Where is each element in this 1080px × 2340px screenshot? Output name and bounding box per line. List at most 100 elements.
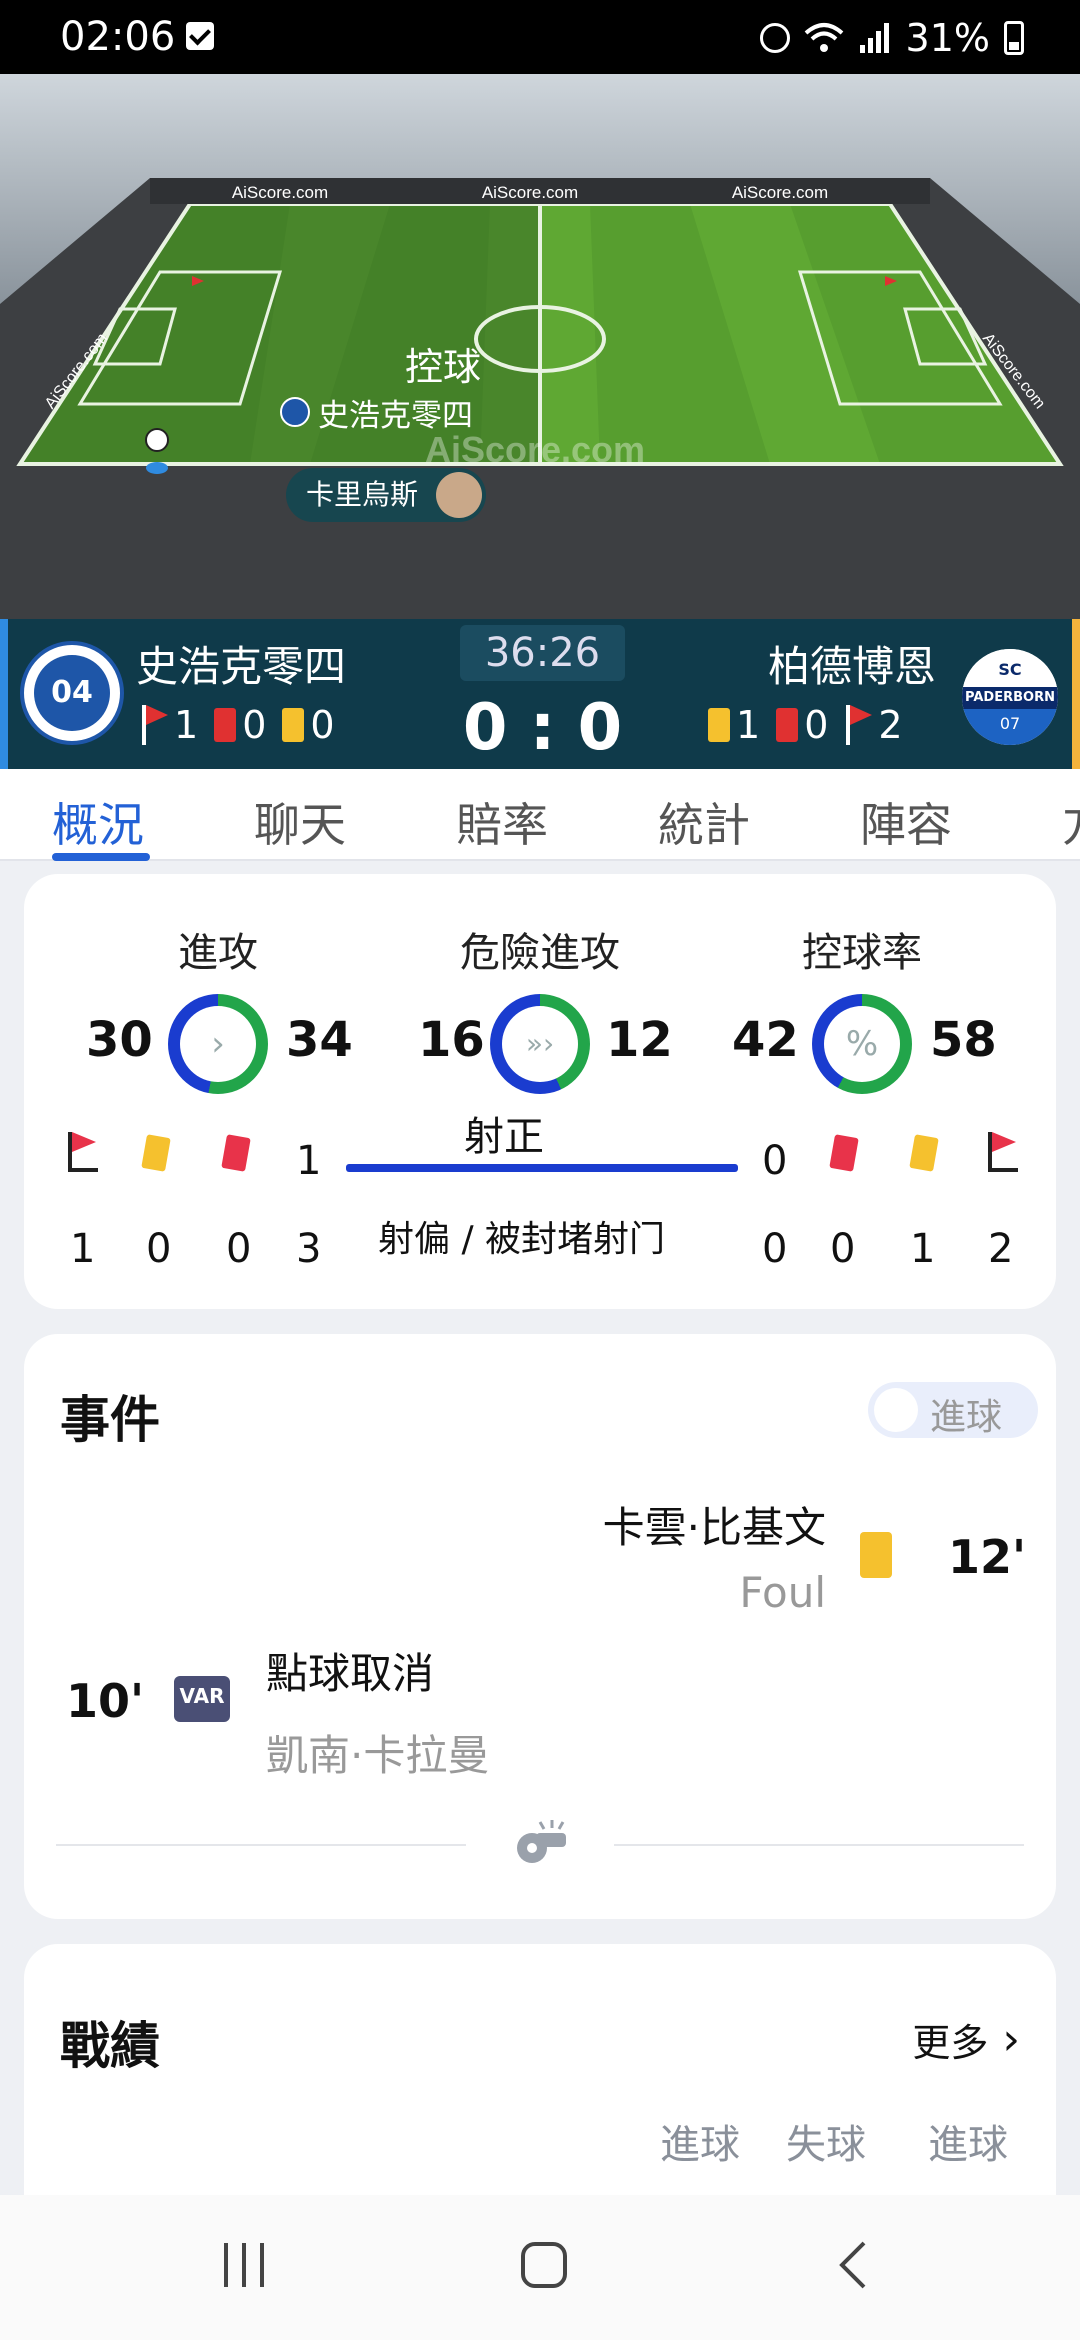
red-card-icon (221, 1134, 251, 1172)
tab-indicator (52, 853, 150, 861)
away-team-name[interactable]: 柏德博恩 (768, 633, 936, 694)
chevron-right-icon: › (1002, 2014, 1020, 2065)
event-player: 卡雲·比基文 (602, 1503, 826, 1552)
red-card-icon (214, 708, 237, 742)
more-link[interactable]: 更多 › (912, 2012, 1020, 2067)
possession-label: 控球 (405, 345, 482, 389)
home-red: 0 (242, 703, 267, 747)
tab-lineup[interactable]: 陣容 (860, 789, 952, 855)
dangerous-ring: »› (490, 994, 590, 1094)
event-minute: 12' (948, 1530, 1027, 1584)
divider (614, 1844, 1024, 1846)
team-logo-icon (280, 397, 310, 427)
chevron-right-icon: › (180, 1006, 256, 1082)
status-bar: 02:06 31% (0, 0, 1080, 74)
more-label: 更多 (912, 2021, 989, 2065)
notification-check-icon (186, 22, 214, 50)
back-icon[interactable] (828, 2239, 880, 2291)
tab-overview[interactable]: 概況 (52, 789, 144, 855)
tab-chat[interactable]: 聊天 (254, 789, 346, 855)
col-goals-against: 失球 (786, 2122, 866, 2168)
whistle-icon (517, 1820, 566, 1863)
alarm-icon (759, 23, 790, 53)
percent-icon: % (824, 1006, 900, 1082)
home-icon[interactable] (518, 2239, 570, 2291)
var-icon: VAR (174, 1676, 230, 1722)
home-team-name[interactable]: 史浩克零四 (136, 633, 346, 694)
corner-flag-icon (64, 1132, 100, 1172)
tab-odds[interactable]: 賠率 (456, 789, 548, 855)
col-goals: 進球 (928, 2122, 1008, 2168)
home-mini-stats: 1 0 0 (136, 703, 335, 747)
attack-ring: › (168, 994, 268, 1094)
battery-icon (1004, 21, 1024, 55)
divider (56, 1844, 466, 1846)
live-pitch-view[interactable]: AiScore.com AiScore.com AiScore.com AiSc… (0, 74, 1080, 619)
shots-on-title: 射正 (464, 1114, 544, 1160)
signal-icon (859, 23, 889, 53)
pitch-watermark: AiScore.com (425, 429, 645, 470)
shots-off-title: 射偏 / 被封堵射门 (378, 1219, 666, 1260)
tab-bar: 概況 聊天 賠率 統計 陣容 方 (0, 769, 1080, 861)
match-clock: 36:26 (460, 625, 625, 681)
triple-chevron-icon: »› (502, 1006, 578, 1082)
away-mini-stats: 1 0 2 (708, 703, 903, 747)
possession-team-name: 史浩克零四 (318, 397, 473, 434)
stat-possession-title: 控球率 (802, 930, 922, 976)
red-card-icon (829, 1134, 859, 1172)
yellow-card-icon (909, 1134, 939, 1172)
away-shots-off: 0 (762, 1226, 788, 1272)
col-goals-for: 進球 (660, 2122, 740, 2168)
shots-on-bar (346, 1164, 738, 1172)
dangerous-away: 12 (606, 1012, 673, 1068)
corner-flag-icon (984, 1132, 1020, 1172)
event-detail: Foul (739, 1568, 826, 1617)
stat-attack-title: 進攻 (178, 930, 258, 976)
attack-home: 30 (86, 1012, 153, 1068)
banner-left: AiScore.com (232, 183, 328, 202)
system-nav-bar (0, 2195, 1080, 2340)
home-shots-off: 3 (296, 1226, 322, 1272)
goals-only-toggle[interactable]: 進球 (868, 1382, 1038, 1438)
banner-right: AiScore.com (732, 183, 828, 202)
corner-flag-icon (136, 705, 168, 745)
yellow-card-icon (708, 708, 730, 742)
shots-on-away: 0 (762, 1138, 788, 1184)
ball-icon (145, 428, 169, 452)
home-corners: 1 (174, 703, 199, 747)
tab-more-cut[interactable]: 方 (1062, 789, 1080, 855)
away-corners: 2 (878, 703, 903, 747)
score: 0 : 0 (462, 691, 623, 765)
away-team-logo: SC PADERBORN 07 (962, 649, 1058, 745)
away-yellow: 1 (736, 703, 761, 747)
possession-team: 史浩克零四 (280, 394, 473, 434)
corner-flag-icon (840, 705, 873, 745)
away-yellow-stat: 1 (910, 1226, 936, 1272)
player-name: 卡里烏斯 (306, 478, 419, 511)
home-red-stat: 0 (226, 1226, 252, 1272)
yellow-card-icon (141, 1134, 171, 1172)
toggle-label: 進球 (930, 1397, 1003, 1438)
pitch-graphic: AiScore.com AiScore.com AiScore.com AiSc… (0, 74, 1080, 619)
red-card-icon (776, 708, 799, 742)
dangerous-home: 16 (418, 1012, 485, 1068)
home-yellow-stat: 0 (146, 1226, 172, 1272)
events-title: 事件 (60, 1391, 160, 1449)
event-minute: 10' (66, 1674, 145, 1728)
yellow-card-icon (282, 708, 305, 742)
home-team-logo: 04 (20, 641, 124, 745)
possession-away: 58 (930, 1012, 997, 1068)
home-yellow: 0 (310, 703, 335, 747)
events-card: 事件 進球 卡雲·比基文 Foul 12' 10' VAR 點球取消 凱南·卡拉… (24, 1334, 1056, 1919)
stats-card: 進攻 危險進攻 控球率 30 › 34 16 »› 12 42 % 58 1 射… (24, 874, 1056, 1309)
possession-ring: % (812, 994, 912, 1094)
battery-percent: 31% (905, 16, 990, 60)
recent-apps-icon[interactable] (218, 2239, 270, 2291)
attack-away: 34 (286, 1012, 353, 1068)
yellow-card-icon (860, 1532, 892, 1578)
tab-stats[interactable]: 統計 (658, 789, 750, 855)
event-title: 點球取消 (266, 1649, 435, 1698)
away-red: 0 (804, 703, 829, 747)
player-chip: 卡里烏斯 (286, 468, 486, 522)
event-player: 凱南·卡拉曼 (266, 1731, 490, 1780)
